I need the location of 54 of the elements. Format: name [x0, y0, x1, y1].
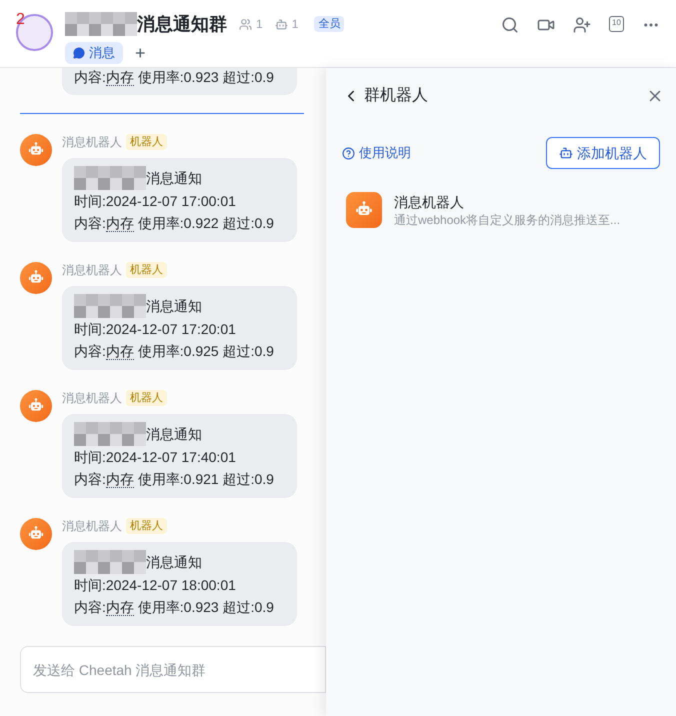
robot-icon	[559, 146, 573, 160]
sender-name: 消息机器人	[62, 518, 122, 534]
robot-avatar[interactable]	[20, 518, 52, 550]
robot-avatar[interactable]	[20, 262, 52, 294]
sender-name: 消息机器人	[62, 262, 122, 278]
message-title: 消息通知	[146, 425, 202, 444]
time-line: 时间:2024-12-07 18:00:01	[74, 576, 237, 595]
robot-avatar[interactable]	[20, 134, 52, 166]
time-line: 时间:2024-12-07 17:40:01	[74, 448, 237, 467]
message-title: 消息通知	[146, 169, 202, 188]
pixelated-blur	[74, 166, 146, 190]
group-tag: 全员	[314, 16, 344, 32]
group-title: 消息通知群	[137, 13, 227, 36]
bot-count: 1	[292, 16, 298, 32]
robot-description: 通过webhook将自定义服务的消息推送至...	[394, 212, 620, 228]
robot-avatar[interactable]	[20, 390, 52, 422]
content-line: 内容:内存 使用率:0.921 超过:0.9	[74, 470, 275, 490]
pixelated-blur	[74, 294, 146, 318]
pixelated-blur	[74, 422, 146, 446]
pixelated-blur	[65, 12, 137, 36]
panel-title: 群机器人	[364, 86, 428, 106]
member-count: 1	[256, 16, 263, 32]
tab[interactable]: 消息	[65, 42, 123, 64]
help-icon	[342, 146, 355, 160]
robot-tag: 机器人	[126, 134, 167, 150]
robot-avatar	[346, 192, 382, 228]
message-input[interactable]: 发送给 Cheetah 消息通知群	[20, 646, 326, 693]
calendar-button[interactable]: 10	[609, 16, 624, 32]
time-line: 时间:2024-12-07 17:00:01	[74, 192, 237, 211]
content-line: 内容:内存 使用率:0.922 超过:0.9	[74, 214, 275, 234]
content-line: 内容:内存 使用率:0.923 超过:0.9	[74, 68, 275, 87]
help-link[interactable]: 使用说明	[342, 143, 411, 163]
robot-tag: 机器人	[126, 518, 167, 534]
robot-list-item[interactable]: 消息机器人 通过webhook将自定义服务的消息推送至...	[346, 192, 656, 228]
sender-name: 消息机器人	[62, 390, 122, 406]
search-icon[interactable]	[501, 16, 519, 34]
robot-tag: 机器人	[126, 262, 167, 278]
chat-bubble-icon	[73, 47, 85, 59]
content-line: 内容:内存 使用率:0.925 超过:0.9	[74, 342, 275, 362]
pixelated-blur	[74, 550, 146, 574]
add-member-icon[interactable]	[573, 16, 591, 34]
robot-icon	[274, 18, 288, 30]
sender-name: 消息机器人	[62, 134, 122, 150]
group-avatar[interactable]: 2	[16, 14, 53, 51]
content-line: 内容:内存 使用率:0.923 超过:0.9	[74, 598, 275, 618]
unread-count: 2	[16, 12, 25, 28]
message-title: 消息通知	[146, 553, 202, 572]
message-title: 消息通知	[146, 297, 202, 316]
time-line: 时间:2024-12-07 17:20:01	[74, 320, 237, 339]
members-icon	[239, 18, 252, 30]
add-tab-button[interactable]: +	[135, 44, 146, 62]
robot-name: 消息机器人	[394, 193, 465, 212]
robot-tag: 机器人	[126, 390, 167, 406]
add-robot-button[interactable]: 添加机器人	[546, 137, 660, 169]
